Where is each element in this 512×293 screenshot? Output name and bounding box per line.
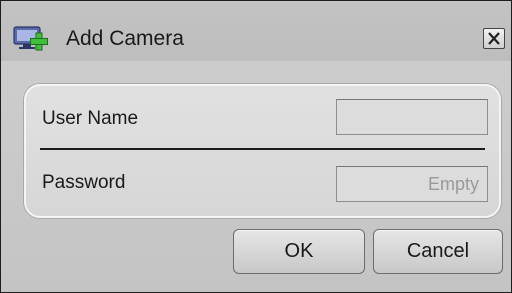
title-bar[interactable]: Add Camera [1, 1, 511, 61]
close-icon [488, 32, 500, 45]
username-field[interactable] [336, 99, 488, 135]
credentials-panel: User Name Password [24, 84, 501, 218]
close-button[interactable] [483, 28, 505, 49]
username-label: User Name [42, 108, 139, 129]
ok-button[interactable]: OK [233, 229, 365, 274]
add-camera-icon [13, 23, 51, 51]
password-label: Password [42, 172, 126, 193]
add-camera-dialog: Add Camera User Name Password OK Cancel [0, 0, 512, 293]
password-field[interactable] [336, 166, 488, 202]
row-divider [40, 148, 485, 150]
dialog-title: Add Camera [66, 27, 184, 50]
cancel-button[interactable]: Cancel [373, 229, 503, 274]
